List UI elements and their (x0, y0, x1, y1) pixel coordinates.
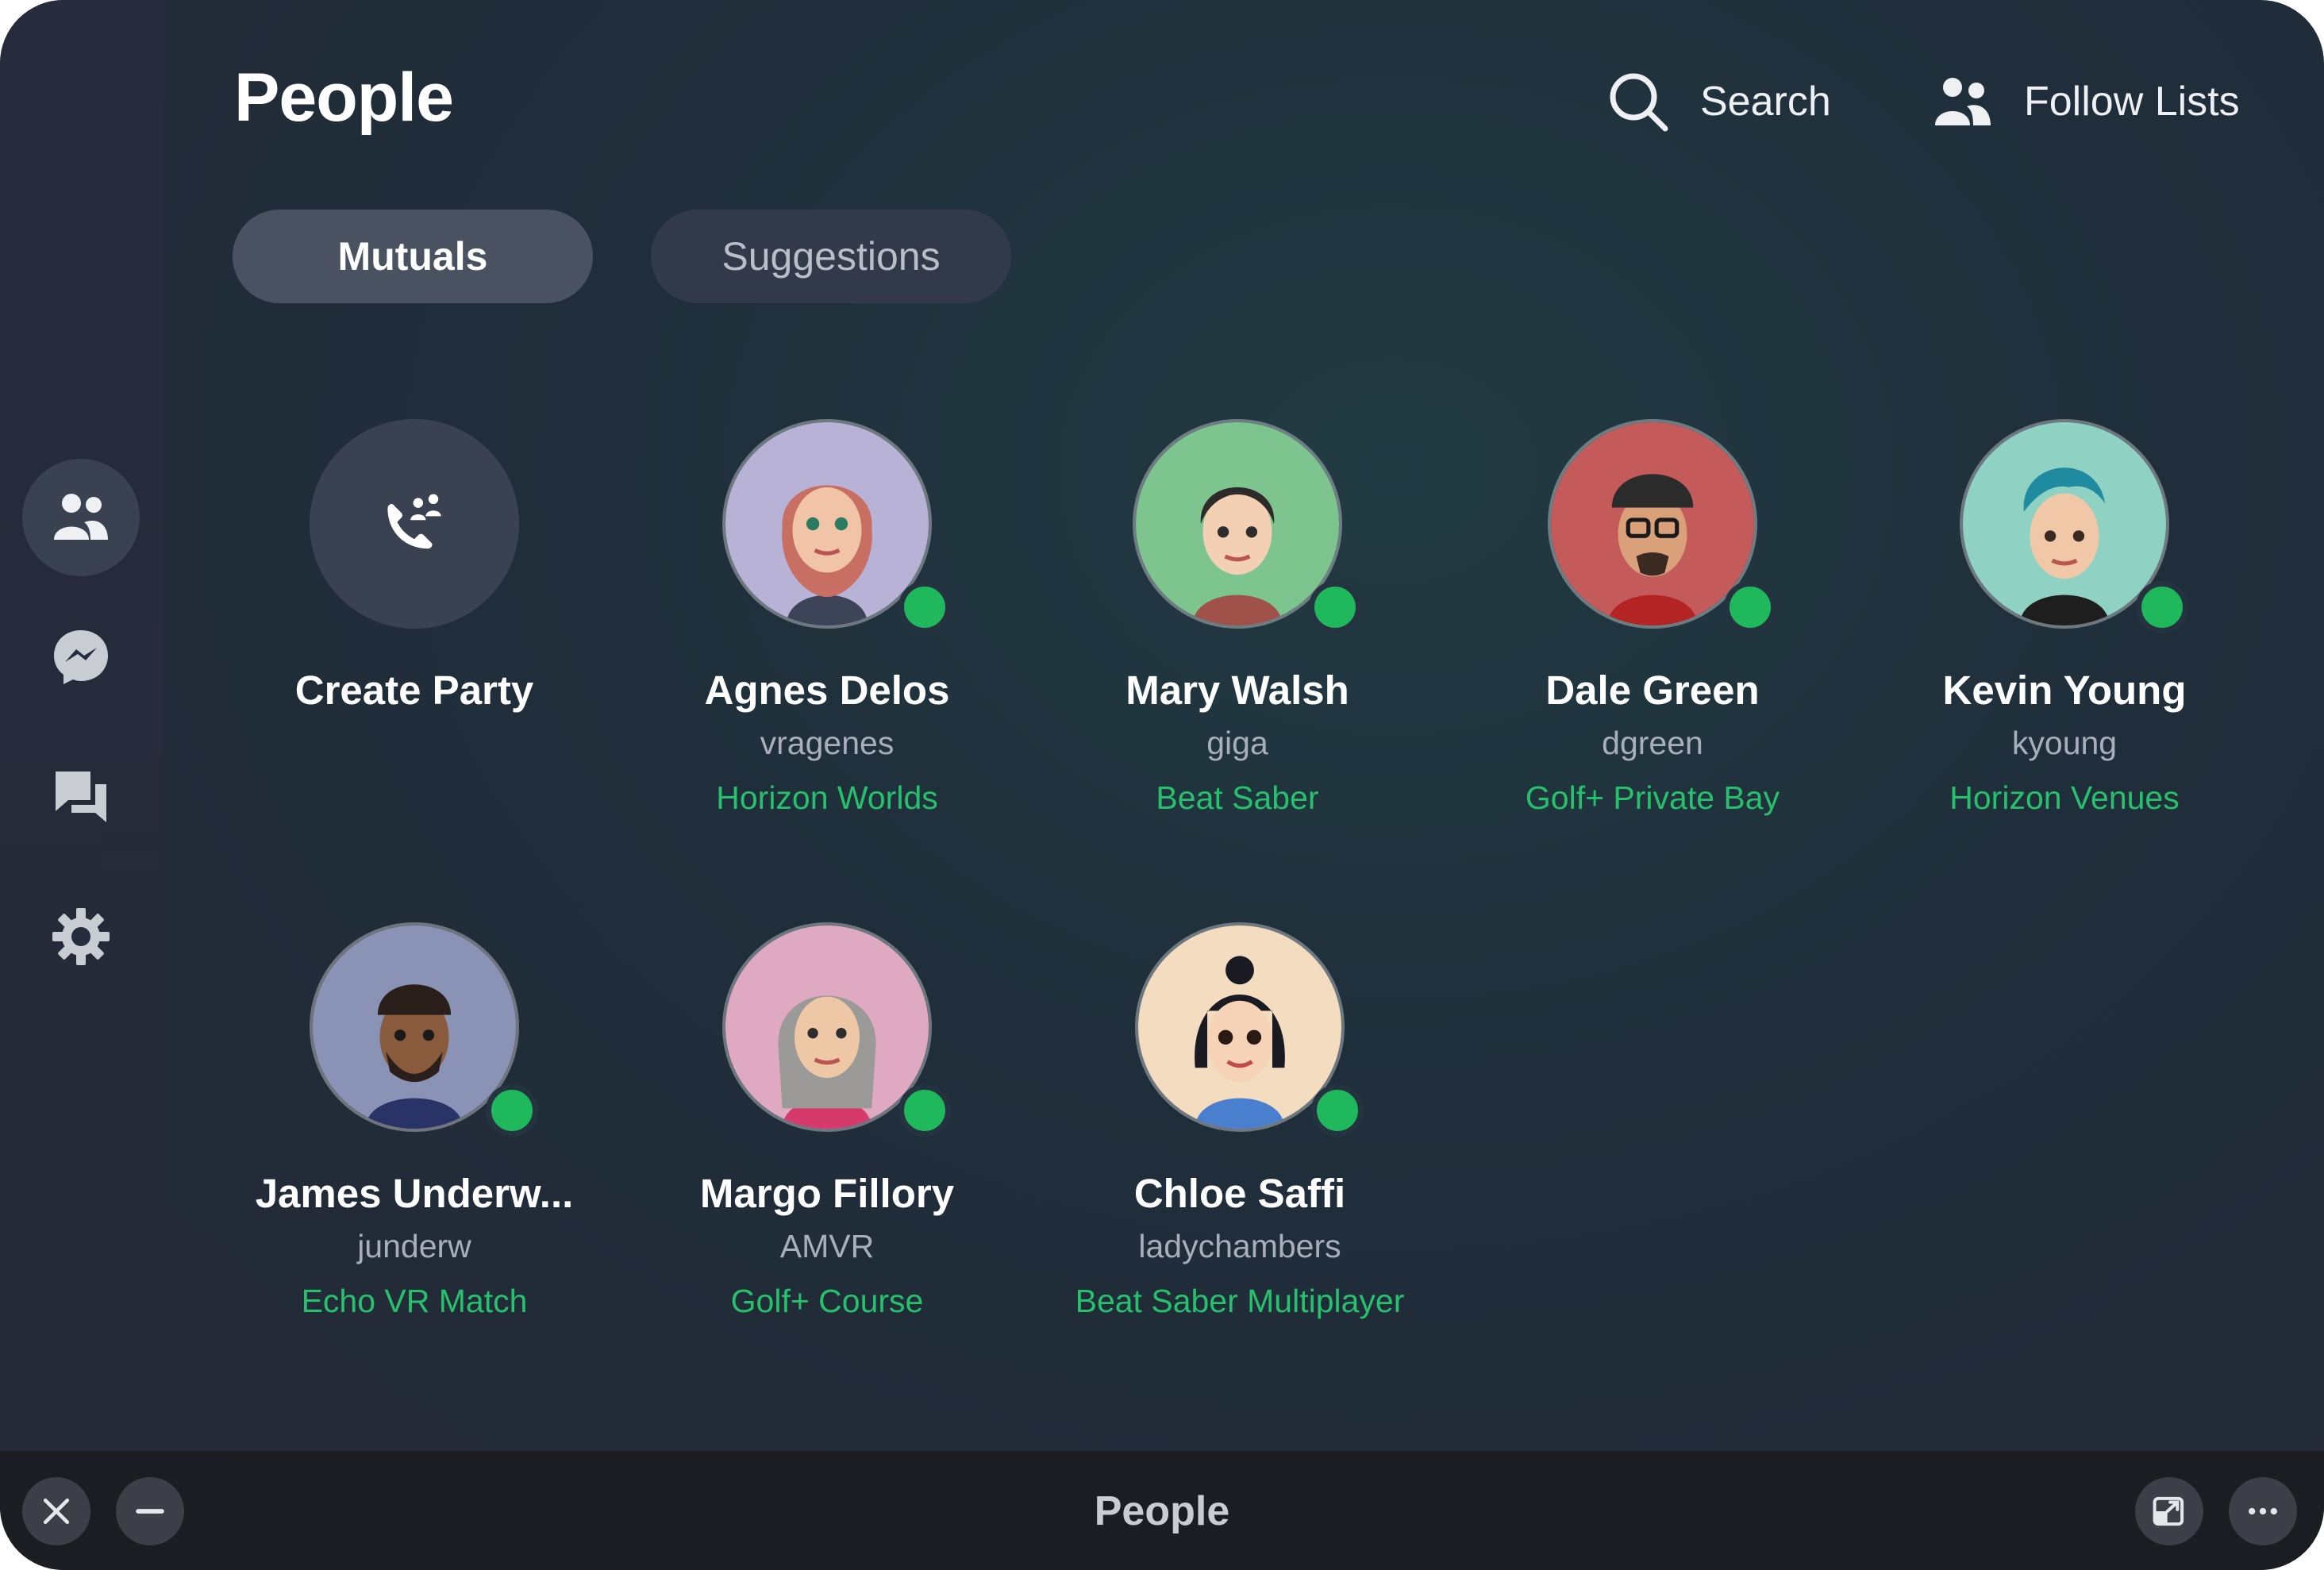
follow-lists-icon (1935, 78, 1991, 125)
person-card[interactable]: James Underw... junderw Echo VR Match (208, 922, 621, 1320)
chats-icon (56, 772, 106, 822)
search-label: Search (1700, 79, 1831, 125)
follow-lists-button[interactable]: Follow Lists (1930, 63, 2240, 140)
person-card[interactable]: Chloe Saffi ladychambers Beat Saber Mult… (1033, 922, 1446, 1320)
sidebar-item-messenger[interactable] (22, 598, 140, 716)
more-button[interactable] (2229, 1477, 2297, 1545)
person-card[interactable]: Margo Fillory AMVR Golf+ Course (621, 922, 1033, 1320)
online-indicator (486, 1084, 538, 1137)
page-title: People (234, 60, 454, 136)
person-handle: junderw (357, 1228, 471, 1264)
person-name: Margo Fillory (699, 1171, 955, 1216)
create-party-button[interactable]: Create Party (208, 419, 621, 714)
person-card[interactable]: Agnes Delos vragenes Horizon Worlds (621, 419, 1033, 817)
person-handle: ladychambers (1138, 1228, 1341, 1264)
person-handle: vragenes (760, 725, 895, 761)
person-activity: Golf+ Course (730, 1283, 924, 1319)
person-activity: Beat Saber (1156, 779, 1319, 816)
online-indicator (2136, 581, 2188, 633)
online-indicator (1309, 581, 1361, 633)
online-indicator (898, 581, 951, 633)
sidebar-item-settings[interactable] (22, 878, 140, 995)
person-name: Agnes Delos (704, 668, 950, 713)
person-activity: Echo VR Match (301, 1283, 528, 1319)
person-card[interactable]: Kevin Young kyoung Horizon Venues (1858, 419, 2271, 817)
sidebar-item-people[interactable] (22, 459, 140, 576)
online-indicator (1724, 581, 1776, 633)
more-icon (2249, 1507, 2277, 1515)
search-icon (1610, 73, 1668, 132)
window-bottom-bar: People (0, 1451, 2324, 1570)
online-indicator (1311, 1084, 1364, 1137)
people-icon (54, 494, 108, 540)
person-handle: giga (1206, 725, 1268, 761)
follow-lists-label: Follow Lists (2024, 79, 2240, 125)
window-mode-icon (2153, 1496, 2184, 1526)
window-mode-button[interactable] (2135, 1477, 2203, 1545)
person-card[interactable]: Mary Walsh giga Beat Saber (1031, 419, 1444, 817)
search-button[interactable]: Search (1606, 63, 1831, 140)
person-activity: Golf+ Private Bay (1525, 779, 1780, 816)
person-activity: Horizon Venues (1949, 779, 2180, 816)
tab-mutuals[interactable]: Mutuals (233, 210, 593, 303)
person-handle: kyoung (2011, 725, 2118, 761)
person-name: Dale Green (1545, 668, 1760, 713)
person-name: James Underw... (255, 1171, 574, 1216)
party-circle (310, 419, 519, 629)
party-call-icon (387, 494, 441, 549)
online-indicator (898, 1084, 951, 1137)
people-window: People Search Follow Lists Mutuals Sugge… (0, 0, 2324, 1570)
person-name: Chloe Saffi (1133, 1171, 1346, 1216)
create-party-label: Create Party (294, 668, 534, 713)
person-activity: Horizon Worlds (716, 779, 938, 816)
person-name: Mary Walsh (1125, 668, 1349, 713)
person-activity: Beat Saber Multiplayer (1075, 1283, 1405, 1319)
sidebar-item-chats[interactable] (22, 738, 140, 856)
person-handle: AMVR (779, 1228, 875, 1264)
window-title: People (1094, 1488, 1230, 1534)
person-name: Kevin Young (1942, 668, 2187, 713)
person-card[interactable]: Dale Green dgreen Golf+ Private Bay (1446, 419, 1859, 817)
tab-suggestions[interactable]: Suggestions (651, 210, 1011, 303)
person-handle: dgreen (1602, 725, 1703, 761)
messenger-icon (54, 630, 108, 684)
gear-icon (52, 908, 110, 965)
sidebar (0, 0, 164, 1451)
